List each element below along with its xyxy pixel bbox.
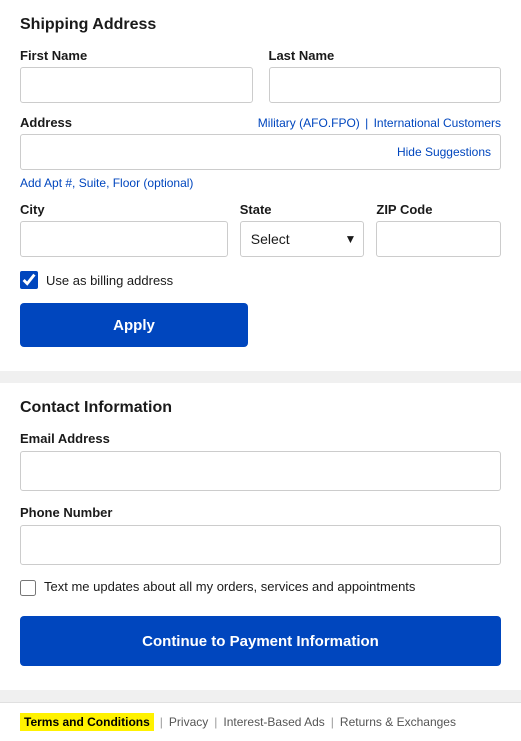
email-input[interactable] (20, 451, 501, 491)
billing-checkbox-row: Use as billing address (20, 271, 501, 289)
continue-button[interactable]: Continue to Payment Information (20, 616, 501, 666)
billing-checkbox-label[interactable]: Use as billing address (46, 273, 173, 288)
military-link[interactable]: Military (AFO.FPO) (258, 116, 360, 130)
city-input[interactable] (20, 221, 228, 257)
phone-group: Phone Number (20, 505, 501, 565)
zip-label: ZIP Code (376, 202, 501, 217)
text-update-row: Text me updates about all my orders, ser… (20, 579, 501, 596)
footer-sep-1: | (160, 715, 163, 729)
state-label: State (240, 202, 365, 217)
hide-suggestions-button[interactable]: Hide Suggestions (397, 145, 491, 159)
international-link[interactable]: International Customers (374, 116, 501, 130)
billing-checkbox[interactable] (20, 271, 38, 289)
state-select-wrapper: Select AL AK AZ CA CO FL GA NY TX ▼ (240, 221, 365, 257)
footer: Terms and Conditions | Privacy | Interes… (0, 702, 521, 741)
returns-link[interactable]: Returns & Exchanges (340, 715, 456, 729)
text-updates-label[interactable]: Text me updates about all my orders, ser… (44, 579, 415, 594)
text-updates-checkbox[interactable] (20, 580, 36, 596)
contact-section-title: Contact Information (20, 399, 501, 417)
state-group: State Select AL AK AZ CA CO FL GA NY TX … (240, 202, 365, 257)
phone-input[interactable] (20, 525, 501, 565)
address-links: Military (AFO.FPO) | International Custo… (258, 116, 501, 130)
name-row: First Name Last Name (20, 48, 501, 103)
apply-button[interactable]: Apply (20, 303, 248, 347)
city-state-zip-row: City State Select AL AK AZ CA CO FL GA N… (20, 202, 501, 257)
interest-based-ads-link[interactable]: Interest-Based Ads (223, 715, 324, 729)
privacy-link[interactable]: Privacy (169, 715, 208, 729)
terms-link[interactable]: Terms and Conditions (20, 713, 154, 731)
first-name-input[interactable] (20, 67, 253, 103)
address-header-row: Address Military (AFO.FPO) | Internation… (20, 115, 501, 130)
footer-sep-3: | (331, 715, 334, 729)
contact-information-section: Contact Information Email Address Phone … (0, 383, 521, 690)
address-label: Address (20, 115, 72, 130)
email-label: Email Address (20, 431, 501, 446)
address-input-wrapper: Hide Suggestions (20, 134, 501, 170)
last-name-group: Last Name (269, 48, 502, 103)
city-group: City (20, 202, 228, 257)
zip-input[interactable] (376, 221, 501, 257)
last-name-input[interactable] (269, 67, 502, 103)
apt-link[interactable]: Add Apt #, Suite, Floor (optional) (20, 176, 193, 190)
first-name-label: First Name (20, 48, 253, 63)
last-name-label: Last Name (269, 48, 502, 63)
first-name-group: First Name (20, 48, 253, 103)
shipping-address-section: Shipping Address First Name Last Name Ad… (0, 0, 521, 371)
zip-group: ZIP Code (376, 202, 501, 257)
link-separator: | (365, 116, 371, 130)
shipping-section-title: Shipping Address (20, 16, 501, 34)
state-select[interactable]: Select AL AK AZ CA CO FL GA NY TX (240, 221, 365, 257)
city-label: City (20, 202, 228, 217)
email-group: Email Address (20, 431, 501, 491)
phone-label: Phone Number (20, 505, 501, 520)
footer-sep-2: | (214, 715, 217, 729)
